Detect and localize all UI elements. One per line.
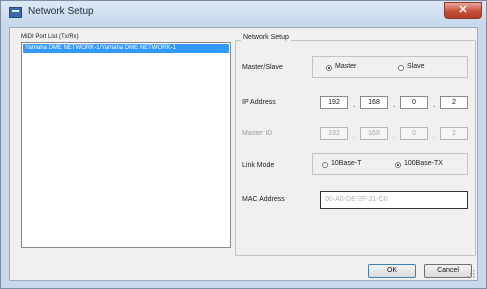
10base-t-radio[interactable] bbox=[322, 162, 328, 168]
ok-button[interactable]: OK bbox=[368, 264, 416, 278]
slave-radio-label[interactable]: Slave bbox=[407, 63, 425, 70]
mac-address-label: MAC Address bbox=[242, 196, 285, 203]
slave-radio[interactable] bbox=[398, 65, 404, 71]
midi-port-list-header: MIDI Port List (Tx/Rx) bbox=[21, 34, 79, 40]
100base-tx-radio-label[interactable]: 100Base-TX bbox=[404, 160, 443, 167]
ip-separator: . bbox=[353, 99, 356, 109]
master-id-label: Master ID bbox=[242, 130, 273, 137]
master-radio-label[interactable]: Master bbox=[335, 63, 356, 70]
ip-address-label: IP Address bbox=[242, 99, 276, 106]
title-bar[interactable]: Network Setup ✕ bbox=[1, 1, 486, 25]
master-slave-label: Master/Slave bbox=[242, 64, 283, 71]
master-id-octet-3: 0 bbox=[400, 127, 428, 140]
close-icon: ✕ bbox=[458, 4, 468, 16]
100base-tx-radio[interactable] bbox=[395, 162, 401, 168]
mac-address-field: 00-A0-DE-2F-21-C0 bbox=[320, 191, 468, 209]
list-item[interactable]: Yamaha DME NETWORK-1/Yamaha DME NETWORK-… bbox=[23, 44, 229, 53]
link-mode-label: Link Mode bbox=[242, 162, 275, 169]
window-title: Network Setup bbox=[28, 6, 94, 17]
network-setup-window: Network Setup ✕ MIDI Port List (Tx/Rx) Y… bbox=[0, 0, 487, 289]
cancel-button[interactable]: Cancel bbox=[424, 264, 472, 278]
master-id-octet-1: 192 bbox=[320, 127, 348, 140]
app-icon bbox=[9, 7, 22, 18]
master-id-octet-4: 2 bbox=[440, 127, 468, 140]
network-setup-group-title: Network Setup bbox=[241, 34, 291, 41]
master-id-separator: . bbox=[393, 130, 396, 140]
10base-t-radio-label[interactable]: 10Base-T bbox=[331, 160, 361, 167]
midi-port-list[interactable]: Yamaha DME NETWORK-1/Yamaha DME NETWORK-… bbox=[21, 42, 231, 248]
master-radio[interactable] bbox=[326, 65, 332, 71]
master-id-separator: . bbox=[353, 130, 356, 140]
ip-octet-3[interactable]: 0 bbox=[400, 96, 428, 109]
ip-octet-4[interactable]: 2 bbox=[440, 96, 468, 109]
master-id-separator: . bbox=[433, 130, 436, 140]
ip-octet-1[interactable]: 192 bbox=[320, 96, 348, 109]
ip-separator: . bbox=[433, 99, 436, 109]
ip-separator: . bbox=[393, 99, 396, 109]
dialog-body: MIDI Port List (Tx/Rx) Yamaha DME NETWOR… bbox=[9, 27, 478, 281]
resize-grip-icon[interactable] bbox=[467, 270, 475, 278]
close-button[interactable]: ✕ bbox=[444, 2, 482, 19]
ip-octet-2[interactable]: 168 bbox=[360, 96, 388, 109]
master-id-octet-2: 168 bbox=[360, 127, 388, 140]
